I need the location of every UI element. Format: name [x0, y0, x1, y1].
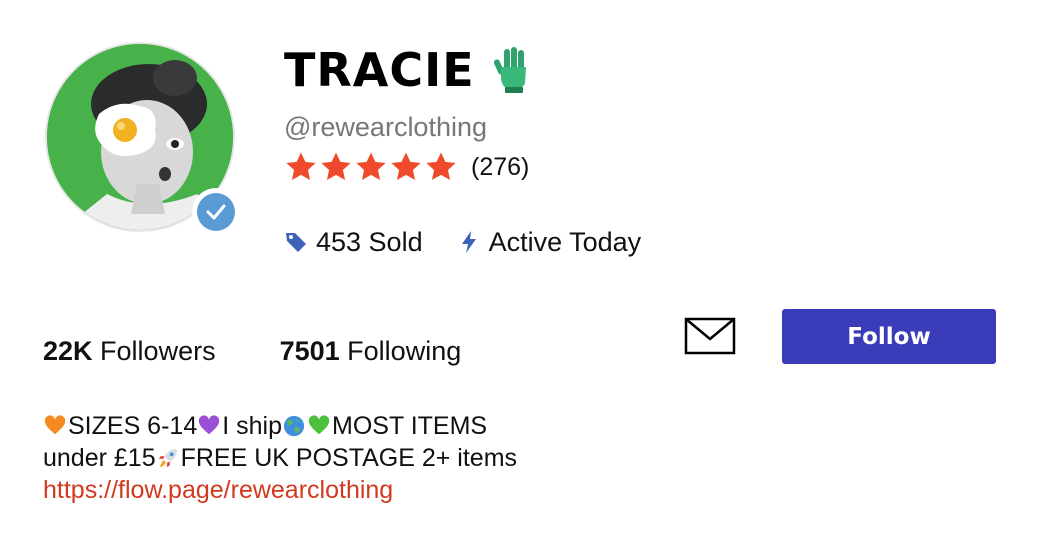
green-heart-icon	[308, 415, 330, 435]
purple-heart-icon	[199, 415, 220, 435]
bio-line-1: SIZES 6-14 I ship MOST ITEMS	[43, 410, 517, 442]
profile-bio: SIZES 6-14 I ship MOST ITEMS under £15 F…	[43, 410, 517, 506]
follow-button[interactable]: Follow	[782, 309, 996, 364]
bio-text: MOST ITEMS	[332, 412, 488, 440]
bio-text: FREE UK POSTAGE 2+ items	[180, 444, 518, 472]
bio-text: SIZES 6-14	[68, 412, 198, 440]
avatar-container	[45, 42, 240, 236]
followers-count: 22K	[43, 336, 93, 366]
green-glove-icon	[493, 47, 526, 93]
rating-row[interactable]: (276)	[284, 150, 529, 184]
message-button[interactable]	[684, 315, 736, 357]
stats-row: 453 Sold Active Today	[284, 224, 641, 260]
bio-line-3: https://flow.page/rewearclothing	[43, 474, 517, 506]
star-icon	[426, 152, 456, 181]
active-stat: Active Today	[457, 226, 642, 258]
bio-text: under £15	[43, 444, 156, 472]
globe-icon	[283, 415, 305, 437]
rating-count: (276)	[471, 152, 530, 181]
follow-stats: 22K Followers 7501 Following	[43, 336, 461, 367]
bio-link[interactable]: https://flow.page/rewearclothing	[43, 474, 393, 506]
following-count: 7501	[279, 336, 340, 366]
followers-link[interactable]: 22K Followers	[43, 336, 216, 367]
envelope-icon	[684, 317, 736, 355]
price-tag-icon	[286, 233, 306, 252]
star-rating	[284, 150, 459, 184]
username-handle: @rewearclothing	[284, 112, 488, 142]
active-status: Active Today	[488, 226, 642, 257]
name-row: TRACIE	[284, 42, 533, 98]
rocket-icon	[158, 448, 177, 468]
following-link[interactable]: 7501 Following	[280, 336, 462, 367]
sold-count: 453 Sold	[316, 226, 423, 257]
star-icon	[391, 152, 421, 181]
following-label: Following	[347, 336, 462, 366]
followers-label: Followers	[100, 336, 216, 366]
star-icon	[286, 152, 316, 181]
sold-stat: 453 Sold	[284, 227, 423, 258]
bio-line-2: under £15 FREE UK POSTAGE 2+ items	[43, 442, 517, 474]
star-icon	[356, 152, 386, 181]
profile-name: TRACIE	[284, 43, 475, 97]
verified-badge	[192, 188, 240, 236]
lightning-bolt-icon	[461, 231, 476, 253]
star-icon	[321, 152, 351, 181]
verified-check-icon	[206, 204, 226, 220]
orange-heart-icon	[44, 415, 66, 435]
bio-text: I ship	[222, 412, 282, 440]
